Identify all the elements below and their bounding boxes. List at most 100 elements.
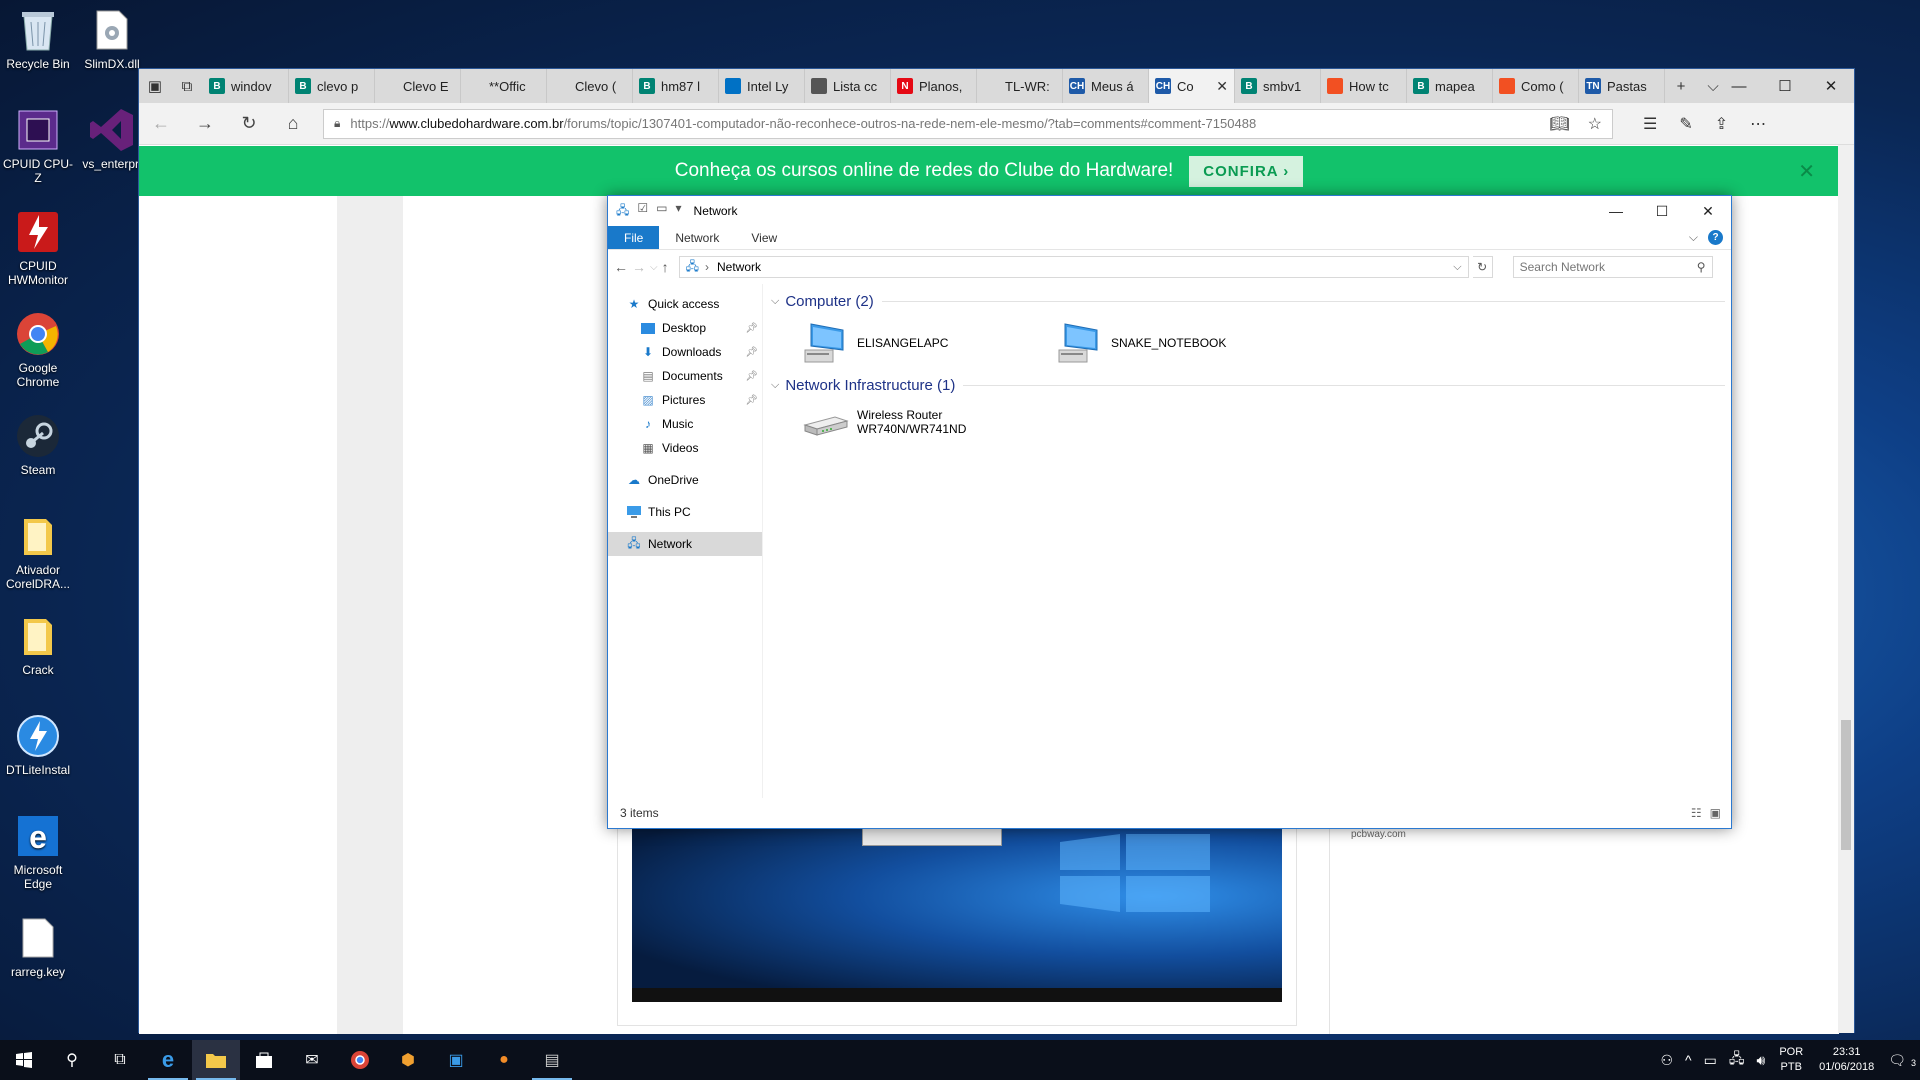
desktop-icon-chrome[interactable]: Google Chrome [0,310,76,389]
group-header-computer[interactable]: ⌵ Computer (2) [771,290,1725,312]
ribbon-tab-network[interactable]: Network [659,226,735,249]
desktop-icon-cpuz[interactable]: CPUID CPU-Z [0,106,76,185]
browser-tab[interactable]: How tc [1321,69,1407,103]
share-icon[interactable]: ⇪ [1715,114,1728,134]
search-icon[interactable]: ⚲ [48,1040,96,1080]
explorer-refresh-icon[interactable]: ↻ [1472,256,1493,278]
tab-close-icon[interactable]: ✕ [1216,78,1228,95]
explorer-maximize-button[interactable]: ☐ [1639,203,1685,220]
taskbar-box-app-icon[interactable]: ▣ [432,1040,480,1080]
desktop-icon-ativador[interactable]: Ativador CorelDRA... [0,512,76,591]
collapse-chevron-icon[interactable]: ⌵ [771,295,779,308]
maximize-button[interactable]: ☐ [1762,69,1808,103]
router-item[interactable]: Wireless Router WR740N/WR741ND [801,399,1055,445]
browser-tab[interactable]: CH Co ✕ [1149,69,1235,103]
browser-tab[interactable]: Bhm87 l [633,69,719,103]
up-arrow-icon[interactable]: ↑ [662,259,669,275]
close-button[interactable]: ✕ [1808,69,1854,103]
address-history-chevron-icon[interactable]: ⌵ [1453,261,1461,274]
browser-tab[interactable]: Clevo ( [547,69,633,103]
nav-quick-access[interactable]: ★ Quick access [608,292,762,316]
tab-set-aside-icon[interactable]: ▣ [139,69,171,103]
volume-icon[interactable]: 🔊︎ [1750,1052,1771,1069]
explorer-close-button[interactable]: ✕ [1685,203,1731,220]
network-computer-item[interactable]: SNAKE_NOTEBOOK [1055,320,1309,366]
browser-tab[interactable]: Clevo E [375,69,461,103]
page-scrollbar[interactable] [1838,145,1854,1033]
home-icon[interactable]: ⌂ [271,113,315,134]
taskbar-orange-app-icon[interactable]: ● [480,1040,528,1080]
browser-tab[interactable]: TL-WR: [977,69,1063,103]
desktop-icon-recycle-bin[interactable]: Recycle Bin [0,6,76,71]
large-icons-view-icon[interactable]: ▣ [1710,806,1721,820]
nav-music[interactable]: ♪ Music [608,412,762,436]
post-screenshot-image[interactable] [632,826,1282,1002]
taskbar-cube-app-icon[interactable]: ⬢ [384,1040,432,1080]
web-note-pen-icon[interactable]: ✎ [1679,114,1692,134]
action-center-icon[interactable]: 🗨︎ 3 [1882,1052,1920,1069]
promo-close-icon[interactable]: ✕ [1798,159,1815,184]
favorites-hub-icon[interactable]: ☰ [1643,114,1657,134]
recent-locations-chevron-icon[interactable]: ⌵ [650,262,658,273]
browser-tab[interactable]: TN Pastas [1579,69,1665,103]
nav-this-pc[interactable]: This PC [608,500,762,524]
refresh-icon[interactable]: ↻ [227,113,271,134]
task-view-icon[interactable]: ⧉ [96,1040,144,1080]
explorer-forward-arrow-icon[interactable]: → [632,259,646,275]
url-field[interactable]: 🔒︎ https://www.clubedohardware.com.br/fo… [323,108,1613,139]
desktop-icon-hwmonitor[interactable]: CPUID HWMonitor [0,208,76,287]
promo-confira-button[interactable]: CONFIRA › [1189,155,1304,187]
network-computer-item[interactable]: ELISANGELAPC [801,320,1055,366]
taskbar-edge-icon[interactable]: e [144,1040,192,1080]
new-folder-qa-icon[interactable]: ▭ [656,201,667,222]
browser-tab[interactable]: N Planos, [891,69,977,103]
browser-tab[interactable]: Bclevo p [289,69,375,103]
favorite-star-icon[interactable]: ☆ [1588,114,1602,134]
reading-view-icon[interactable]: 📖︎ [1549,114,1569,134]
browser-tab[interactable]: Bmapea [1407,69,1493,103]
pin-icon[interactable]: 📌︎ [745,323,758,334]
taskbar-store-icon[interactable] [240,1040,288,1080]
ribbon-tab-file[interactable]: File [608,226,660,249]
forward-arrow-icon[interactable]: → [183,113,227,134]
taskbar-network-app-icon[interactable]: ▤ [528,1040,576,1080]
collapse-chevron-icon[interactable]: ⌵ [771,379,779,392]
browser-tab[interactable]: **Offic [461,69,547,103]
nav-onedrive[interactable]: ☁ OneDrive [608,468,762,492]
ribbon-expand-chevron-icon[interactable]: ⌵ [1689,230,1698,245]
explorer-back-arrow-icon[interactable]: ← [614,259,628,275]
browser-tab[interactable]: CH Meus á [1063,69,1149,103]
browser-tab[interactable]: Bwindov [203,69,289,103]
language-indicator[interactable]: POR PTB [1771,1045,1811,1075]
network-tray-icon[interactable]: 🖧︎ [1723,1048,1751,1072]
ribbon-tab-view[interactable]: View [735,226,793,249]
clock[interactable]: 23:31 01/06/2018 [1811,1045,1882,1075]
desktop-icon-steam[interactable]: Steam [0,412,76,477]
nav-documents[interactable]: ▤ Documents 📌︎ [608,364,762,388]
group-header-infrastructure[interactable]: ⌵ Network Infrastructure (1) [771,374,1725,396]
browser-tab[interactable]: Como ( [1493,69,1579,103]
taskbar-file-explorer-icon[interactable] [192,1040,240,1080]
start-windows-icon[interactable] [0,1040,48,1080]
scrollbar-thumb[interactable] [1841,720,1851,850]
desktop-icon-dtlite[interactable]: DTLiteInstal [0,712,76,777]
more-menu-icon[interactable]: ⋯ [1750,114,1766,134]
customize-qa-chevron-icon[interactable]: ▾ [676,201,682,222]
tabs-aside-icon[interactable]: ⧉ [171,69,203,103]
desktop-icon-crack[interactable]: Crack [0,612,76,677]
pin-icon[interactable]: 📌︎ [745,347,758,358]
minimize-button[interactable]: — [1716,69,1762,103]
new-tab-button[interactable]: + [1665,69,1697,103]
battery-icon[interactable]: ▭ [1698,1052,1723,1069]
breadcrumb-network[interactable]: Network [717,260,761,274]
taskbar-chrome-icon[interactable] [336,1040,384,1080]
back-arrow-icon[interactable]: ← [139,113,183,134]
nav-pictures[interactable]: ▨ Pictures 📌︎ [608,388,762,412]
taskbar-mail-icon[interactable]: ✉ [288,1040,336,1080]
browser-tab[interactable]: Intel Ly [719,69,805,103]
pin-icon[interactable]: 📌︎ [745,371,758,382]
explorer-minimize-button[interactable]: — [1593,203,1639,220]
nav-desktop[interactable]: Desktop 📌︎ [608,316,762,340]
help-icon[interactable]: ? [1708,230,1723,245]
desktop-icon-slimdx[interactable]: SlimDX.dll [74,6,150,71]
